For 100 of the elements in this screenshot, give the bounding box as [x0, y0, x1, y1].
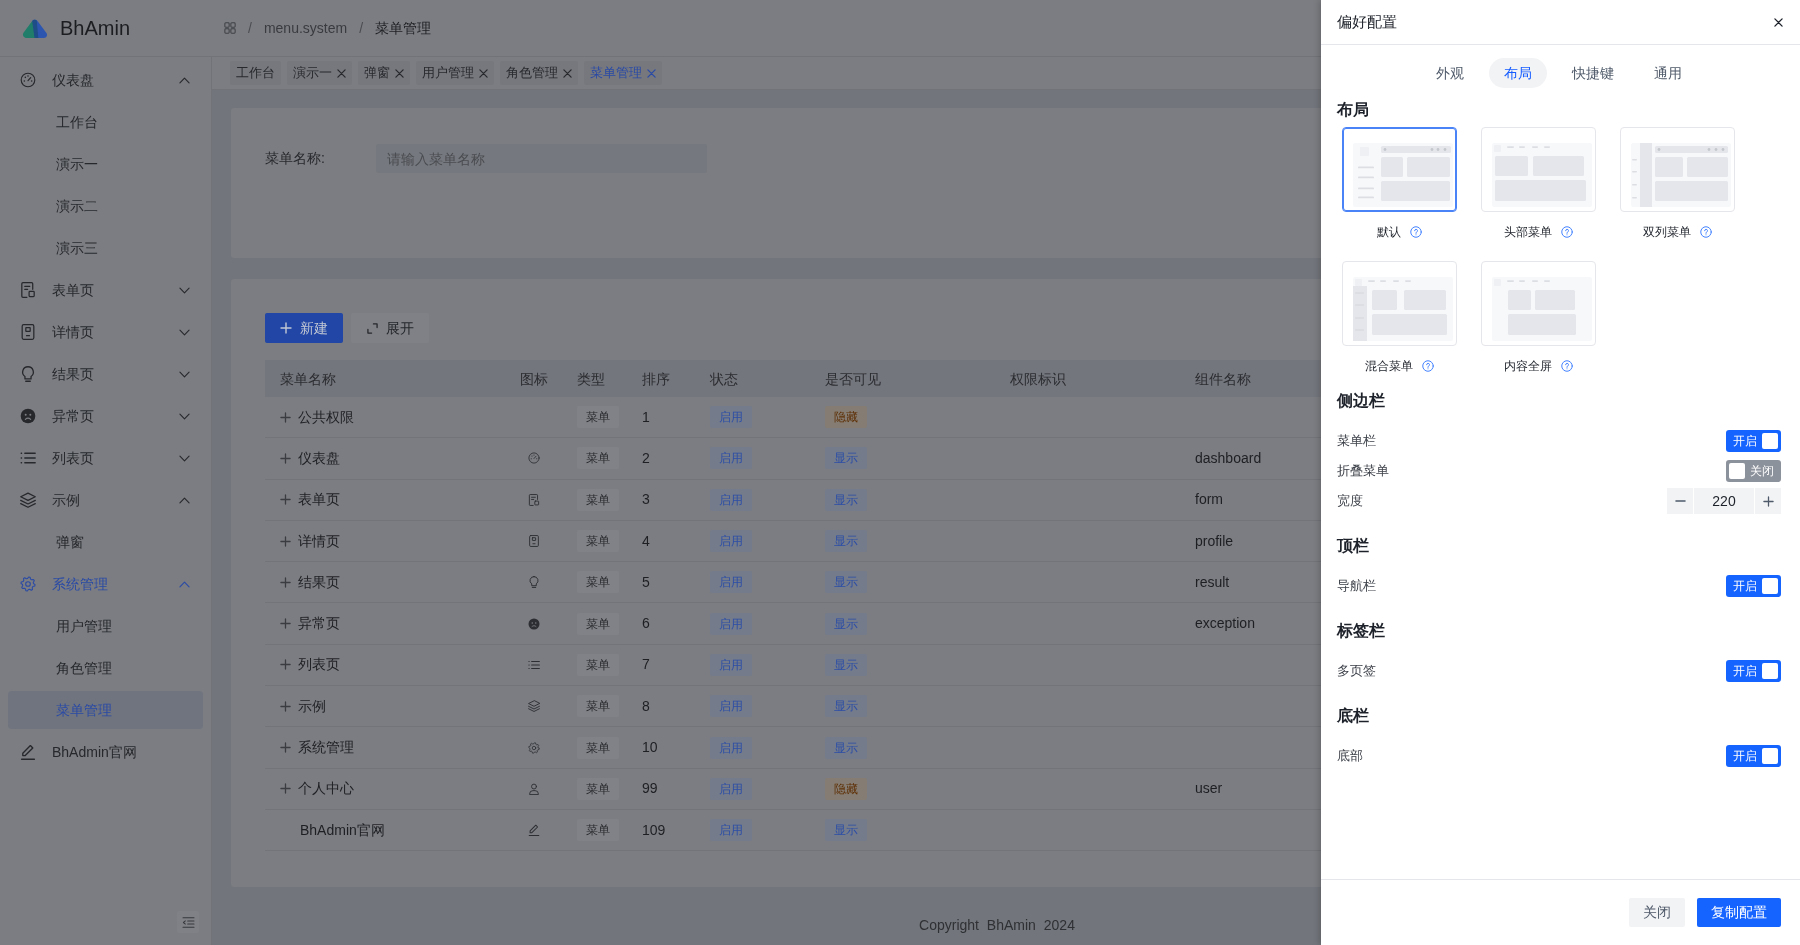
setting-label: 菜单栏: [1337, 432, 1376, 451]
switch-knob: [1762, 578, 1778, 594]
width-input[interactable]: 220: [1694, 488, 1754, 514]
plus-icon[interactable]: [280, 700, 291, 712]
table-cell-text: 10: [642, 738, 658, 757]
plus-icon: [280, 322, 292, 334]
table-cell-text: 列表页: [298, 655, 340, 675]
help-icon[interactable]: [1700, 226, 1712, 238]
toggle-switch[interactable]: 开启: [1726, 575, 1781, 597]
sidebar-menu-item[interactable]: 弹窗: [8, 523, 203, 561]
minus-icon: [1674, 500, 1686, 502]
table-cell-text: 6: [642, 614, 650, 634]
layout-option-card[interactable]: [1342, 127, 1457, 212]
gauge-icon: [527, 452, 540, 465]
menu-fold-icon: [181, 916, 195, 928]
expand-button[interactable]: 展开: [351, 313, 429, 343]
sidebar-menu-item[interactable]: 工作台: [8, 103, 203, 141]
plus-icon[interactable]: [280, 411, 291, 423]
logo-icon: [22, 18, 49, 38]
page-tab[interactable]: 弹窗: [358, 61, 410, 85]
help-icon[interactable]: [1422, 360, 1434, 372]
toggle-switch[interactable]: 开启: [1726, 430, 1781, 452]
toggle-switch[interactable]: 关闭: [1726, 460, 1781, 482]
sidebar-menu-item[interactable]: 演示一: [8, 145, 203, 183]
toggle-switch[interactable]: 开启: [1726, 660, 1781, 682]
status-tag: 启用: [710, 571, 752, 594]
sidebar-menu-item[interactable]: 详情页: [8, 313, 203, 351]
setting-label: 导航栏: [1337, 577, 1376, 596]
table-cell-text: 示例: [298, 696, 326, 716]
sidebar-menu-item[interactable]: 角色管理: [8, 649, 203, 687]
plus-icon[interactable]: [280, 618, 291, 630]
status-tag: 启用: [710, 406, 752, 429]
sidebar-menu-item[interactable]: 列表页: [8, 439, 203, 477]
page-tab[interactable]: 用户管理: [416, 61, 494, 85]
visibility-tag: 显示: [825, 612, 867, 635]
copy-config-button[interactable]: 复制配置: [1697, 898, 1781, 927]
table-cell-text: 个人中心: [298, 779, 354, 799]
type-tag: 菜单: [577, 571, 619, 594]
toggle-switch[interactable]: 开启: [1726, 745, 1781, 767]
help-icon[interactable]: [1410, 226, 1422, 238]
table-cell-text: 3: [642, 490, 650, 510]
plus-icon[interactable]: [280, 659, 291, 671]
type-tag: 菜单: [577, 819, 619, 842]
new-button[interactable]: 新建: [265, 313, 343, 343]
sidebar-menu-item[interactable]: 示例: [8, 481, 203, 519]
form-icon: [527, 493, 540, 506]
close-button[interactable]: 关闭: [1629, 898, 1685, 927]
collapse-sidebar-button[interactable]: [177, 911, 199, 933]
type-tag: 菜单: [577, 695, 619, 718]
page-tab[interactable]: 角色管理: [500, 61, 578, 85]
form-icon: [20, 282, 36, 298]
column-header: 权限标识: [1010, 370, 1066, 387]
sidebar-menu-item[interactable]: 演示二: [8, 187, 203, 225]
table-cell-text: 5: [642, 572, 650, 592]
sad-face-icon: [527, 617, 540, 630]
increment-button[interactable]: [1755, 488, 1781, 514]
section-heading: 顶栏: [1337, 536, 1369, 556]
preference-tab[interactable]: 布局: [1489, 58, 1547, 88]
status-tag: 启用: [710, 736, 752, 759]
visibility-tag: 显示: [825, 447, 867, 470]
sidebar-menu-item[interactable]: 演示三: [8, 229, 203, 267]
type-tag: 菜单: [577, 653, 619, 676]
sidebar-menu-item[interactable]: 仪表盘: [8, 61, 203, 99]
plus-icon[interactable]: [280, 783, 291, 795]
plus-icon: [1762, 495, 1774, 507]
sidebar-menu-item[interactable]: 表单页: [8, 271, 203, 309]
close-icon[interactable]: [1774, 17, 1783, 27]
sidebar-menu-item[interactable]: 用户管理: [8, 607, 203, 645]
preference-tab[interactable]: 通用: [1639, 58, 1697, 88]
plus-icon[interactable]: [280, 535, 291, 547]
page-tab[interactable]: 工作台: [230, 61, 281, 85]
plus-icon[interactable]: [280, 742, 291, 753]
plus-icon[interactable]: [280, 494, 291, 506]
setting-label: 折叠菜单: [1337, 462, 1389, 481]
help-icon[interactable]: [1561, 226, 1573, 238]
visibility-tag: 显示: [825, 653, 867, 676]
field-label: 菜单名称:: [265, 149, 326, 168]
sidebar-menu-item[interactable]: 系统管理: [8, 565, 203, 603]
plus-icon[interactable]: [280, 452, 291, 464]
decrement-button[interactable]: [1667, 488, 1693, 514]
layout-option-label: 头部菜单: [1504, 224, 1552, 241]
table-cell-text: 公共权限: [298, 407, 354, 427]
layout-option-label: 混合菜单: [1365, 358, 1413, 375]
layers-icon: [20, 492, 36, 508]
sidebar-menu-item[interactable]: 结果页: [8, 355, 203, 393]
preference-tab[interactable]: 快捷键: [1557, 58, 1629, 88]
table-cell-text: 表单页: [298, 490, 340, 510]
pen-icon: [527, 824, 540, 837]
plus-icon[interactable]: [280, 576, 291, 588]
status-tag: 启用: [710, 530, 752, 553]
breadcrumb-item[interactable]: menu.system: [263, 17, 348, 39]
table-cell-text: exception: [1195, 614, 1255, 634]
sidebar-menu-item[interactable]: 异常页: [8, 397, 203, 435]
user-icon: [527, 782, 540, 795]
grid-icon[interactable]: [224, 22, 236, 34]
bulb-icon: [527, 576, 540, 589]
sidebar-menu-item[interactable]: BhAdmin官网: [8, 733, 203, 771]
help-icon[interactable]: [1561, 360, 1573, 372]
type-tag: 菜单: [577, 406, 619, 429]
preference-tab[interactable]: 外观: [1421, 58, 1479, 88]
